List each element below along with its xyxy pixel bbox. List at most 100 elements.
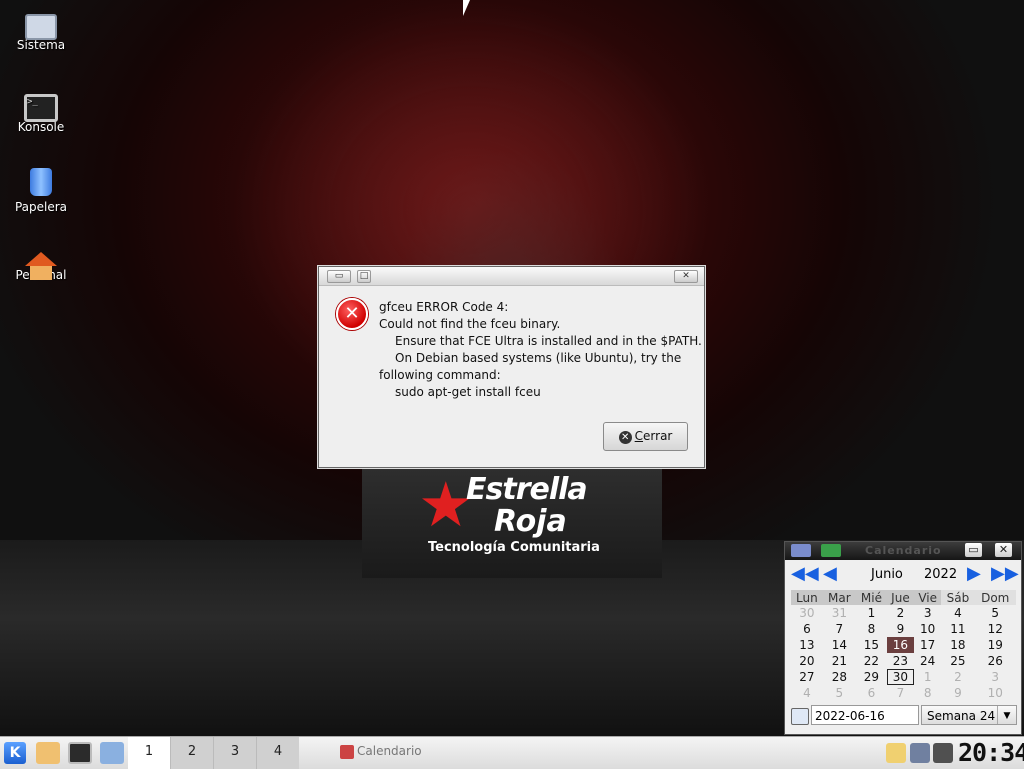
close-window-button[interactable]: ✕ (674, 270, 698, 283)
calendar-day[interactable]: 8 (914, 685, 941, 701)
dialog-titlebar[interactable]: ▭ □ ✕ (319, 267, 704, 286)
computer-icon (25, 14, 57, 40)
calendar-day[interactable]: 10 (974, 685, 1016, 701)
error-line: following command: (379, 368, 501, 382)
calendar-day[interactable]: 20 (791, 653, 823, 669)
desktop-pager-4[interactable]: 4 (256, 737, 299, 769)
connection-icon[interactable] (933, 743, 953, 763)
home-folder-icon (25, 252, 57, 280)
sticky-icon[interactable] (821, 544, 841, 557)
sticky-button[interactable]: □ (357, 270, 371, 283)
calendar-day[interactable]: 29 (856, 669, 887, 685)
month-label[interactable]: Junio (871, 567, 903, 582)
chevron-down-icon[interactable]: ▼ (997, 706, 1016, 724)
calendar-day[interactable]: 16 (886, 637, 915, 653)
calendar-day[interactable]: 5 (974, 605, 1016, 621)
home-icon[interactable] (36, 742, 60, 764)
brand-line1: Estrella (466, 472, 588, 507)
calendar-day[interactable]: 22 (856, 653, 887, 669)
prev-year-icon[interactable]: ◀◀ (791, 565, 819, 583)
calendar-day[interactable]: 2 (941, 669, 974, 685)
calendar-day[interactable]: 3 (974, 669, 1016, 685)
calendar-day[interactable]: 19 (974, 637, 1016, 653)
mouse-cursor-icon (463, 0, 470, 16)
calendar-app-icon (340, 744, 354, 759)
desktop-pager-1[interactable]: 1 (128, 737, 170, 769)
calendar-title: Calendario (865, 544, 942, 557)
calendar-day[interactable]: 27 (791, 669, 823, 685)
calendar-day[interactable]: 28 (823, 669, 856, 685)
date-input[interactable]: 2022-06-16 (811, 705, 919, 725)
taskbar-task-calendario[interactable]: Calendario (340, 744, 422, 759)
next-year-icon[interactable]: ▶▶ (991, 565, 1019, 583)
calendar-day[interactable]: 18 (941, 637, 974, 653)
calendar-app-icon[interactable] (791, 544, 811, 557)
calendar-day[interactable]: 2 (887, 605, 914, 621)
calendar-day[interactable]: 24 (914, 653, 941, 669)
desktop-icon-sistema[interactable]: Sistema (8, 8, 74, 52)
calendar-day[interactable]: 9 (941, 685, 974, 701)
calendar-day[interactable]: 8 (856, 621, 887, 637)
calendar-day[interactable]: 1 (856, 605, 887, 621)
calendar-day[interactable]: 12 (974, 621, 1016, 637)
calendar-day[interactable]: 11 (941, 621, 974, 637)
calendar-day[interactable]: 21 (823, 653, 856, 669)
calendar-day[interactable]: 15 (856, 637, 887, 653)
calendar-day[interactable]: 17 (914, 637, 941, 653)
browser-icon[interactable] (100, 742, 124, 764)
desktop-icon-konsole[interactable]: >_ Konsole (8, 88, 74, 134)
error-line: Could not find the fceu binary. (379, 317, 561, 331)
calendar-day[interactable]: 7 (823, 621, 856, 637)
calendar-day[interactable]: 31 (823, 605, 856, 621)
week-select[interactable]: Semana 24 ▼ (921, 705, 1017, 725)
desktop-pager-2[interactable]: 2 (170, 737, 213, 769)
calendar-day[interactable]: 30 (886, 669, 915, 685)
clock[interactable]: 20:34 (958, 738, 1024, 767)
network-icon[interactable] (910, 743, 930, 763)
trash-icon (30, 168, 52, 196)
next-month-icon[interactable]: ▶ (967, 565, 981, 583)
calendar-week-row: 20 21 22 23 24 25 26 (791, 653, 1016, 669)
calendar-day[interactable]: 9 (887, 621, 914, 637)
desktop-icon-label: Papelera (14, 200, 68, 214)
calendar-day[interactable]: 5 (823, 685, 856, 701)
year-label[interactable]: 2022 (924, 567, 957, 582)
close-calendar-button[interactable]: ✕ (995, 543, 1012, 557)
date-picker-icon[interactable] (791, 708, 809, 725)
brand-line2: Roja (494, 504, 567, 539)
close-button[interactable]: ✕ Cerrar (603, 422, 688, 451)
calendar-day[interactable]: 23 (887, 653, 914, 669)
desktop-pager-3[interactable]: 3 (213, 737, 256, 769)
desktop-icon-papelera[interactable]: Papelera (8, 168, 74, 214)
error-line: On Debian based systems (like Ubuntu), t… (395, 351, 682, 365)
calendar-titlebar[interactable]: Calendario ▭ ✕ (785, 542, 1021, 560)
klipper-icon[interactable] (886, 743, 906, 763)
calendar-day[interactable]: 25 (941, 653, 974, 669)
calendar-week-row: 27 28 29 30 1 2 3 (791, 669, 1016, 685)
calendar-day[interactable]: 10 (914, 621, 941, 637)
calendar-day[interactable]: 30 (791, 605, 823, 621)
calendar-day[interactable]: 7 (887, 685, 914, 701)
maximize-button[interactable]: ▭ (965, 543, 982, 557)
calendar-day[interactable]: 26 (974, 653, 1016, 669)
calendar-window: Calendario ▭ ✕ ◀◀ ◀ Junio 2022 ▶ ▶▶ Lun M… (784, 541, 1022, 735)
desktop-icon-personal[interactable]: Personal (8, 250, 74, 282)
close-icon: ✕ (618, 431, 632, 444)
calendar-day[interactable]: 13 (791, 637, 823, 653)
weekday-header: Lun (791, 590, 823, 605)
calendar-day[interactable]: 6 (791, 621, 823, 637)
k-menu-button[interactable]: K (4, 742, 26, 764)
calendar-day[interactable]: 3 (914, 605, 941, 621)
calendar-day[interactable]: 4 (791, 685, 823, 701)
calendar-day[interactable]: 1 (914, 669, 941, 685)
error-message: gfceu ERROR Code 4: Could not find the f… (379, 299, 702, 401)
terminal-icon[interactable] (68, 742, 92, 764)
weekday-header: Mar (822, 590, 856, 605)
error-icon: ✕ (336, 298, 368, 330)
calendar-day[interactable]: 4 (941, 605, 974, 621)
window-menu-button[interactable]: ▭ (327, 270, 351, 283)
calendar-day[interactable]: 14 (823, 637, 856, 653)
calendar-day[interactable]: 6 (856, 685, 887, 701)
prev-month-icon[interactable]: ◀ (823, 565, 837, 583)
close-button-mnemonic: C (634, 429, 644, 443)
